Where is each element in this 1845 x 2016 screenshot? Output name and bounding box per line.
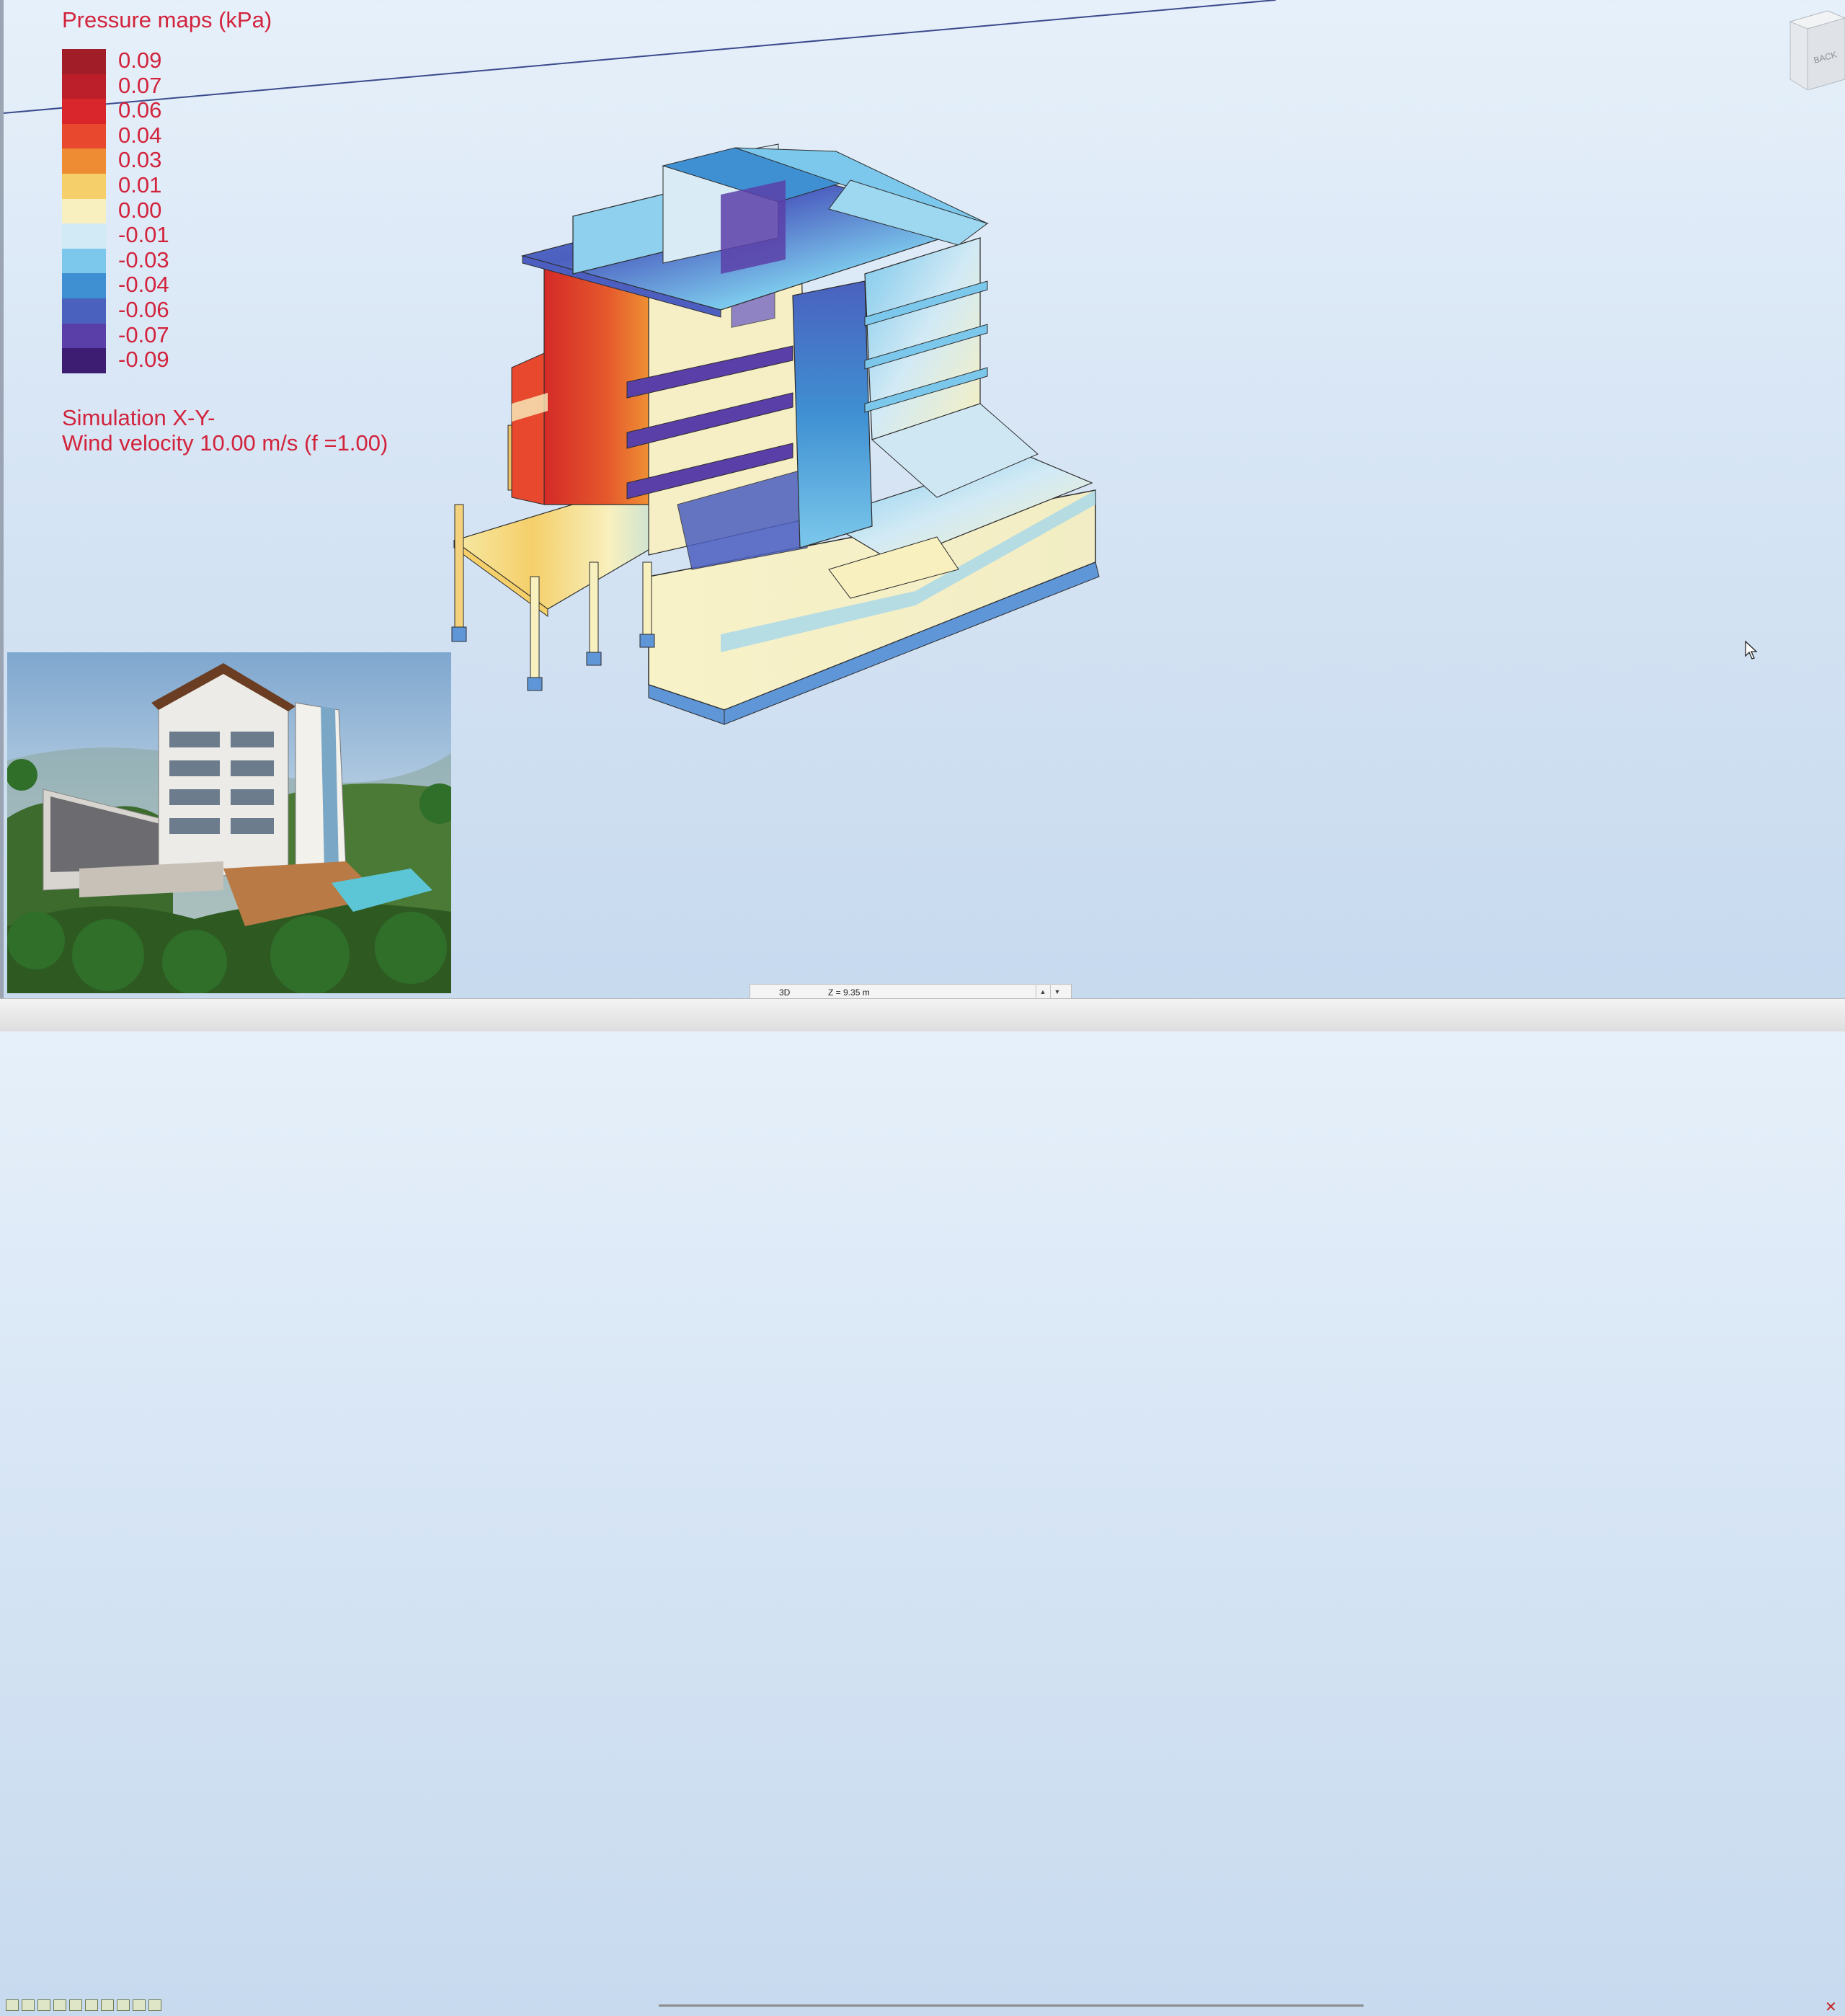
building-rendering-photo bbox=[7, 652, 451, 993]
folder-tool-icon[interactable] bbox=[37, 1999, 50, 2011]
toolbar-icons bbox=[6, 1999, 161, 2015]
level-down-button[interactable]: ▼ bbox=[1050, 985, 1064, 998]
view-tool-icon[interactable] bbox=[53, 1999, 66, 2011]
settings-tool-icon[interactable] bbox=[148, 1999, 161, 2011]
grid-tool-icon[interactable] bbox=[133, 1999, 146, 2011]
window-tool-icon[interactable] bbox=[101, 1999, 114, 2011]
view-cube[interactable]: BACK bbox=[1783, 7, 1845, 90]
level-up-button[interactable]: ▲ bbox=[1036, 985, 1049, 998]
status-bar: ✕ bbox=[0, 998, 1845, 2015]
mouse-cursor-icon bbox=[1745, 640, 1758, 660]
view-mode-label: 3D bbox=[779, 987, 791, 998]
3d-viewport[interactable]: Pressure maps (kPa) 0.09 0.07 0.06 0.04 0.03… bbox=[0, 0, 1845, 998]
close-icon[interactable]: ✕ bbox=[1825, 1998, 1837, 2016]
horizontal-scrollbar[interactable] bbox=[659, 2004, 1364, 2007]
node-tool-icon[interactable] bbox=[85, 1999, 98, 2011]
z-level-value: Z = 9.35 m bbox=[828, 987, 870, 998]
layer-tool-icon[interactable] bbox=[22, 1999, 35, 2011]
line-tool-icon[interactable] bbox=[117, 1999, 130, 2011]
select-tool-icon[interactable] bbox=[6, 1999, 19, 2011]
edit-tool-icon[interactable] bbox=[69, 1999, 82, 2011]
